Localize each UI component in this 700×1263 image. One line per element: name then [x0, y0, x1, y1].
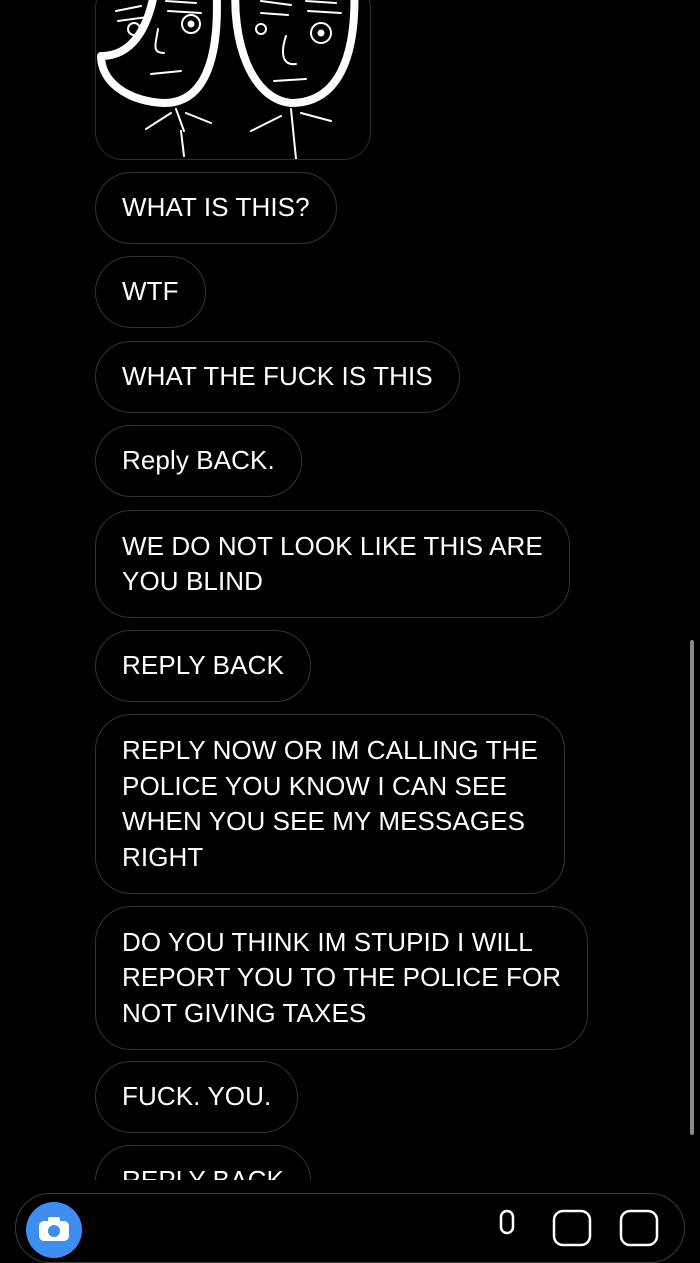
microphone-icon[interactable]: [494, 1208, 520, 1248]
gallery-icon[interactable]: [551, 1208, 593, 1248]
message-bubble[interactable]: REPLY NOW OR IM CALLING THE POLICE YOU K…: [95, 714, 565, 894]
message-bubble[interactable]: WHAT THE FUCK IS THIS: [95, 341, 460, 413]
sticker-icon[interactable]: [618, 1208, 660, 1248]
message-bubble[interactable]: REPLY BACK: [95, 1145, 311, 1180]
message-bubble[interactable]: Reply BACK.: [95, 425, 302, 497]
scrollbar[interactable]: [690, 640, 694, 1135]
message-thread[interactable]: WHAT IS THIS? WTF WHAT THE FUCK IS THIS …: [0, 0, 700, 1180]
message-bubble[interactable]: WTF: [95, 256, 206, 328]
message-bubble[interactable]: DO YOU THINK IM STUPID I WILL REPORT YOU…: [95, 906, 589, 1050]
drawing-image: [97, 0, 359, 159]
message-bubble[interactable]: WHAT IS THIS?: [95, 172, 337, 244]
message-composer[interactable]: [15, 1193, 685, 1263]
image-message[interactable]: [95, 0, 371, 160]
message-bubble[interactable]: WE DO NOT LOOK LIKE THIS ARE YOU BLIND: [95, 510, 570, 618]
message-bubble[interactable]: REPLY BACK: [95, 630, 311, 702]
camera-button[interactable]: [26, 1202, 82, 1258]
message-bubble[interactable]: FUCK. YOU.: [95, 1061, 299, 1133]
